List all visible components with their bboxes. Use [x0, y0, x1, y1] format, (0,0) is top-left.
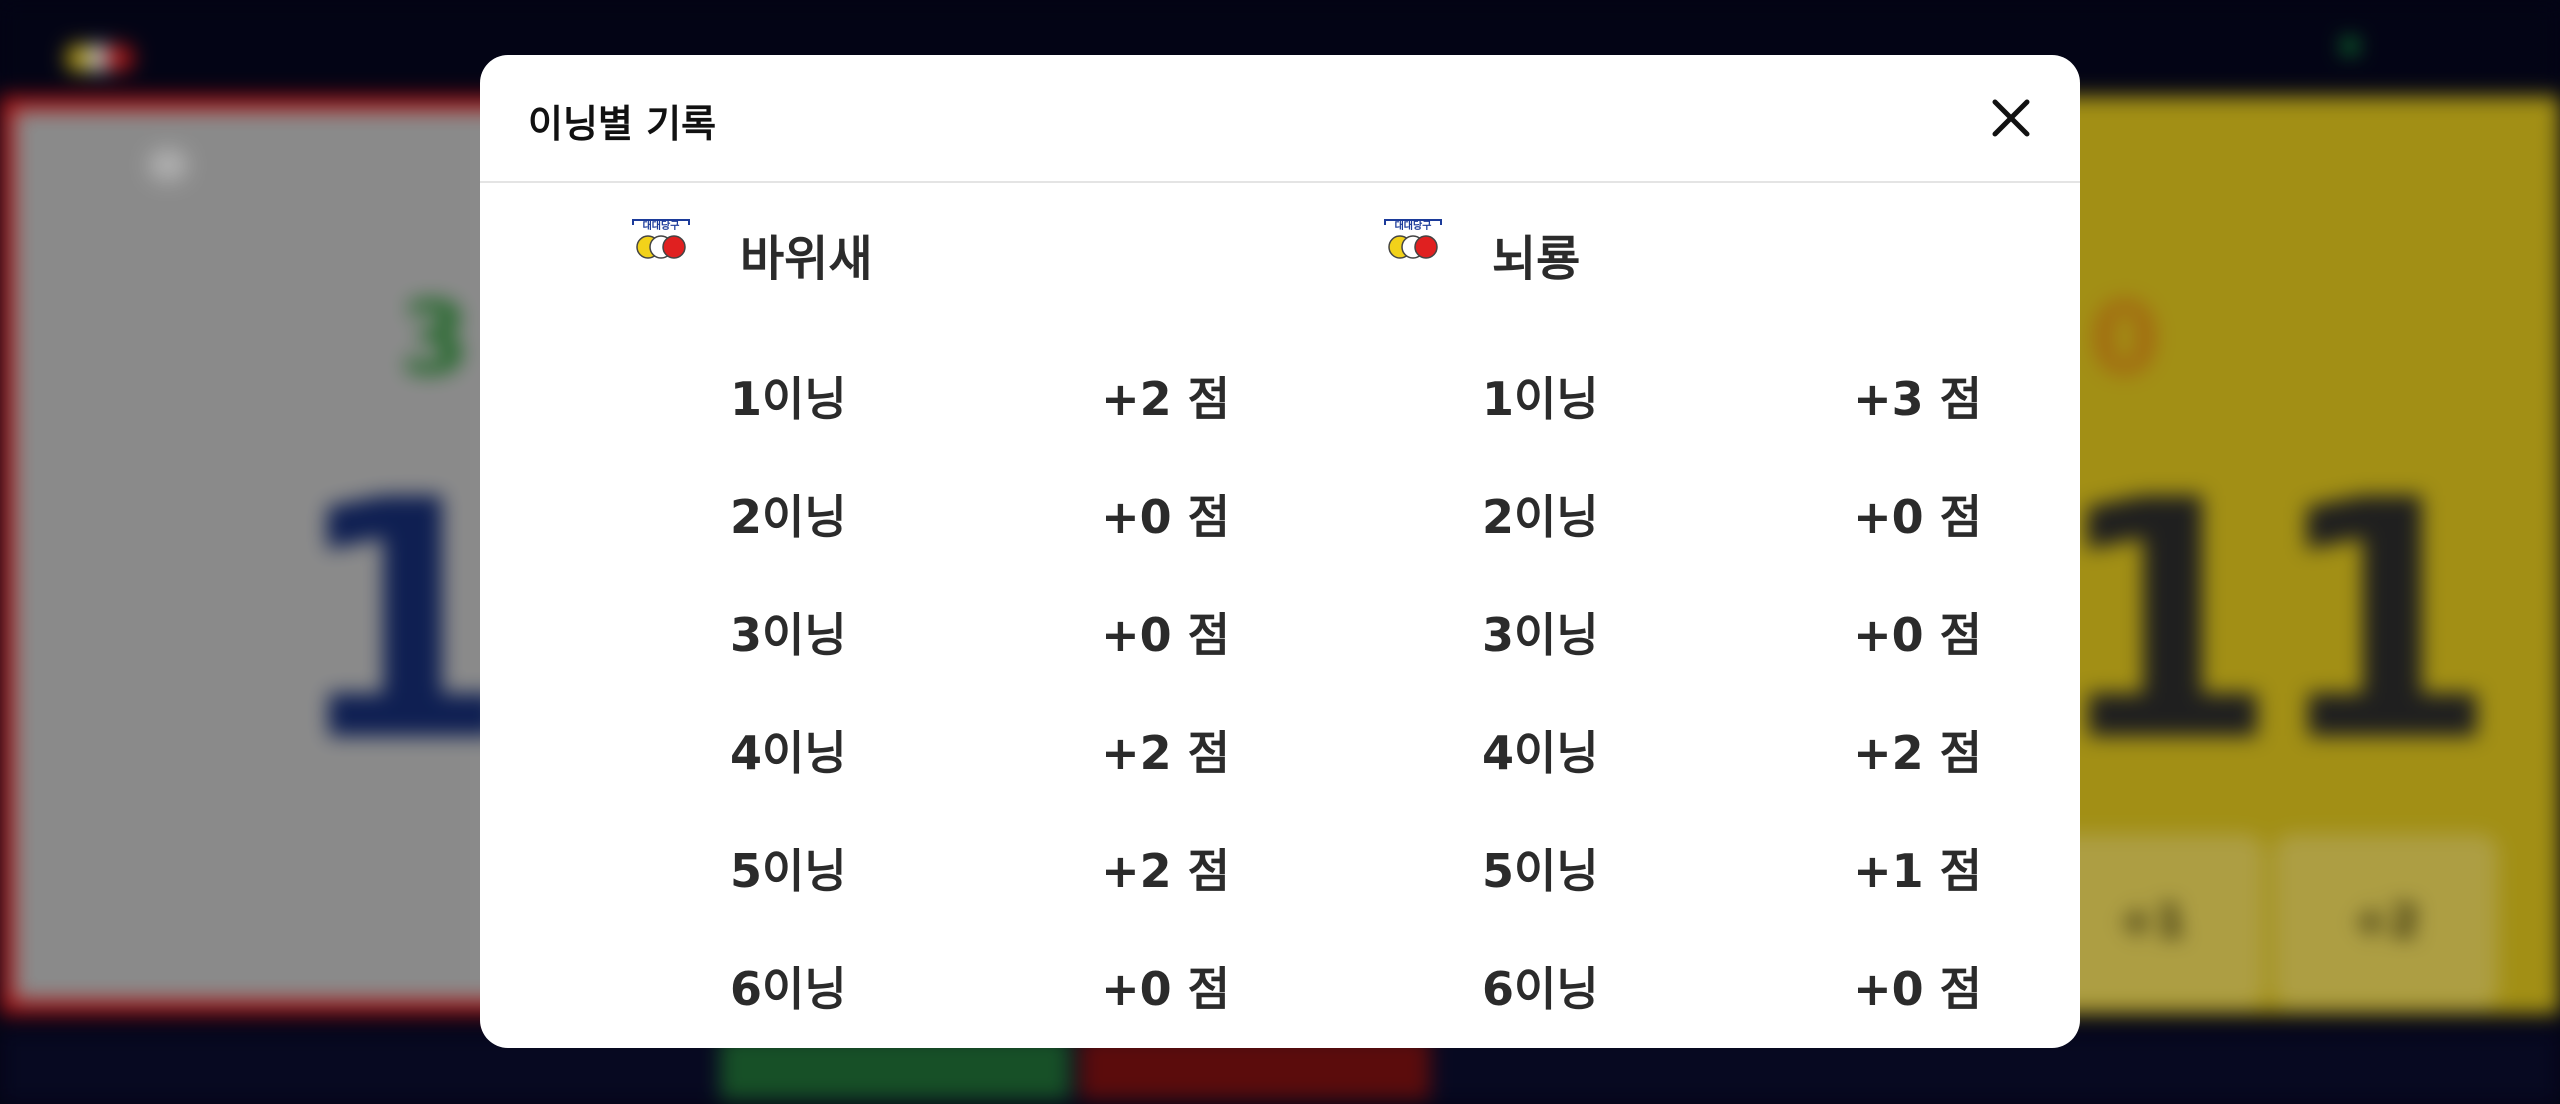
inning-score: +0 점 [1853, 962, 1982, 1016]
inning-label: 1이닝 [1482, 372, 1599, 426]
inning-score: +2 점 [1101, 726, 1230, 780]
inning-score: +0 점 [1853, 490, 1982, 544]
inning-label: 5이닝 [730, 844, 847, 898]
player-name: 뇌룡 [1492, 231, 1581, 287]
inning-row: 1이닝 +3 점 [1382, 351, 1982, 431]
inning-label: 3이닝 [1482, 608, 1599, 662]
inning-score: +0 점 [1101, 490, 1230, 544]
club-logo-text: 대대당구 [643, 219, 680, 232]
inning-row: 4이닝 +2 점 [630, 705, 1230, 785]
inning-row: 5이닝 +2 점 [630, 823, 1230, 903]
inning-score: +2 점 [1853, 726, 1982, 780]
player-header: 대대당구 바위새 [630, 207, 1230, 287]
inning-label: 6이닝 [1482, 962, 1599, 1016]
modal-header: 이닝별 기록 [480, 55, 2080, 183]
player-name: 바위새 [740, 231, 873, 287]
player-column-1: 대대당구 바위새 1이닝 +2 점 2이닝 +0 점 3이닝 +0 점 4이닝 … [630, 183, 1330, 1048]
inning-score: +0 점 [1101, 962, 1230, 1016]
inning-label: 1이닝 [730, 372, 847, 426]
player-header: 대대당구 뇌룡 [1382, 207, 1982, 287]
inning-columns: 대대당구 바위새 1이닝 +2 점 2이닝 +0 점 3이닝 +0 점 4이닝 … [480, 183, 2080, 1048]
inning-label: 5이닝 [1482, 844, 1599, 898]
inning-row: 6이닝 +0 점 [1382, 941, 1982, 1021]
inning-row: 2이닝 +0 점 [1382, 469, 1982, 549]
billiards-club-logo-icon: 대대당구 [632, 219, 690, 259]
inning-label: 6이닝 [730, 962, 847, 1016]
inning-label: 2이닝 [1482, 490, 1599, 544]
inning-row: 1이닝 +2 점 [630, 351, 1230, 431]
inning-score: +0 점 [1101, 608, 1230, 662]
inning-score: +1 점 [1853, 844, 1982, 898]
modal-title: 이닝별 기록 [528, 102, 717, 146]
inning-record-modal: 이닝별 기록 대대당구 바위새 1이닝 +2 점 2이닝 +0 점 3이닝 +0… [480, 55, 2080, 1048]
inning-score: +2 점 [1101, 372, 1230, 426]
inning-row: 6이닝 +0 점 [630, 941, 1230, 1021]
player-column-2: 대대당구 뇌룡 1이닝 +3 점 2이닝 +0 점 3이닝 +0 점 4이닝 +… [1382, 183, 2080, 1048]
inning-row: 5이닝 +1 점 [1382, 823, 1982, 903]
inning-row: 3이닝 +0 점 [630, 587, 1230, 667]
inning-label: 4이닝 [730, 726, 847, 780]
inning-label: 4이닝 [1482, 726, 1599, 780]
billiards-club-logo-icon: 대대당구 [1384, 219, 1442, 259]
inning-row: 4이닝 +2 점 [1382, 705, 1982, 785]
club-logo-text: 대대당구 [1395, 219, 1432, 232]
inning-label: 2이닝 [730, 490, 847, 544]
inning-row: 3이닝 +0 점 [1382, 587, 1982, 667]
inning-score: +2 점 [1101, 844, 1230, 898]
close-button[interactable] [1986, 93, 2036, 143]
inning-label: 3이닝 [730, 608, 847, 662]
close-icon [1992, 99, 2030, 137]
inning-score: +3 점 [1853, 372, 1982, 426]
inning-score: +0 점 [1853, 608, 1982, 662]
inning-row: 2이닝 +0 점 [630, 469, 1230, 549]
